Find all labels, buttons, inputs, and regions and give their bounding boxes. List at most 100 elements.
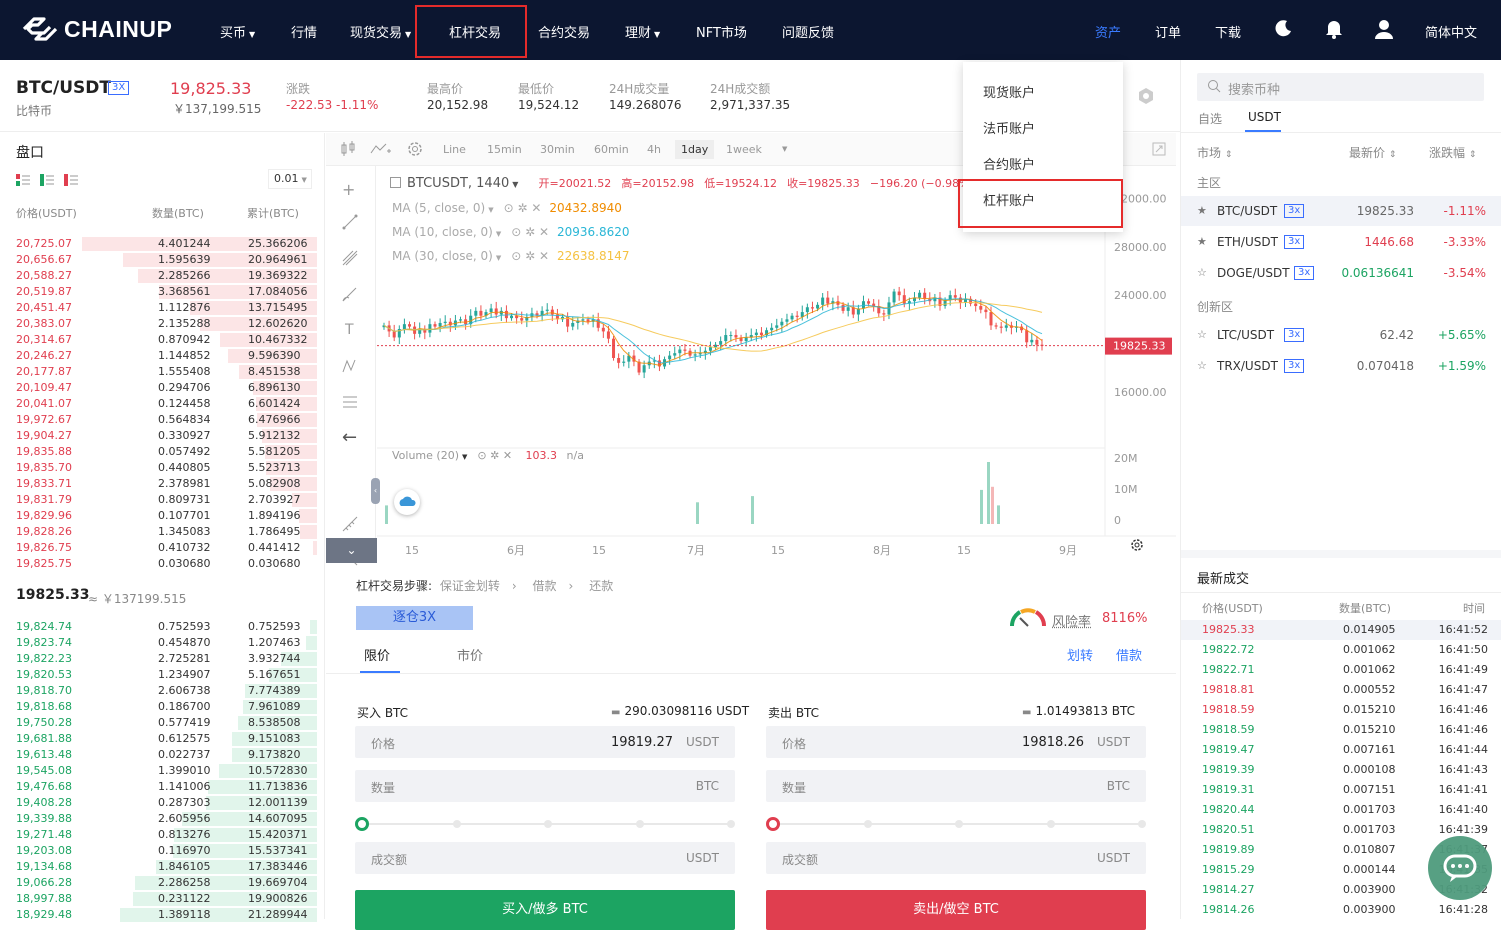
candle[interactable] [571,323,574,327]
candle-type-icon[interactable] [340,141,356,160]
candle[interactable] [918,293,921,298]
nav-market[interactable]: 行情 [291,22,317,41]
candle[interactable] [796,316,799,317]
candle[interactable] [984,310,987,312]
candle[interactable] [724,335,727,341]
star-icon[interactable]: ☆ [1197,266,1207,279]
market-row[interactable]: ★ ETH/USDT 3x 1446.68 -3.33% [1181,227,1501,257]
candle[interactable] [826,298,829,304]
slider-tick[interactable] [636,820,644,828]
slider-tick[interactable] [955,820,963,828]
borrow-link[interactable]: 借款 [1116,645,1142,664]
bid-row[interactable]: 19,750.28 0.577419 8.538508 [0,715,320,731]
nav-nft[interactable]: NFT市场 [696,22,747,41]
candle[interactable] [474,311,477,316]
bid-row[interactable]: 18,997.88 0.231122 19.900826 [0,891,320,907]
bid-row[interactable]: 19,818.70 2.606738 7.774389 [0,683,320,699]
ask-row[interactable]: 20,383.07 2.135288 12.602620 [0,316,320,332]
col-change[interactable]: 涨跌幅 ⇕ [1429,144,1476,161]
col-last-price[interactable]: 最新价 ⇕ [1349,144,1396,161]
interval-line[interactable]: Line [443,143,466,156]
depth-select[interactable]: 0.01 ▼ [268,169,312,189]
ask-row[interactable]: 20,041.07 0.124458 6.601424 [0,396,320,412]
ask-row[interactable]: 19,835.88 0.057492 5.581205 [0,444,320,460]
bid-row[interactable]: 19,066.28 2.286258 19.669704 [0,875,320,891]
bid-row[interactable]: 19,681.88 0.612575 9.151083 [0,731,320,747]
candle[interactable] [979,306,982,310]
candle[interactable] [408,324,411,326]
candle[interactable] [479,311,482,316]
candle[interactable] [459,319,462,320]
bid-row[interactable]: 19,545.08 1.399010 10.572830 [0,763,320,779]
book-mode-asks-icon[interactable] [64,174,78,189]
pattern-icon[interactable] [342,358,358,377]
chat-support-button[interactable] [1428,836,1492,900]
search-box[interactable]: 搜索币种 [1197,73,1484,101]
text-tool-icon[interactable]: T [345,322,354,338]
nav-download[interactable]: 下载 [1215,22,1241,41]
nav-feedback[interactable]: 问题反馈 [782,22,834,41]
candle[interactable] [495,308,498,314]
candle[interactable] [1030,340,1033,342]
candle[interactable] [811,307,814,308]
ask-row[interactable]: 19,904.27 0.330927 5.912132 [0,428,320,444]
interval-30min[interactable]: 30min [540,143,575,156]
study-eye-icon[interactable]: ⊙ ✲ ✕ [477,449,512,462]
candle[interactable] [974,304,977,306]
ma-study-name[interactable]: MA (10, close, 0) [392,225,493,239]
ask-row[interactable]: 20,246.27 1.144852 9.596390 [0,348,320,364]
star-icon[interactable]: ☆ [1197,359,1207,372]
pair-name[interactable]: BTC/USDT [16,78,111,98]
candle[interactable] [923,293,926,299]
candle[interactable] [1035,340,1038,345]
ask-row[interactable]: 19,833.71 2.378981 5.082908 [0,476,320,492]
market-row[interactable]: ☆ TRX/USDT 3x 0.070418 +1.59% [1181,351,1501,381]
candle[interactable] [581,319,584,320]
sell-amount-input[interactable]: 成交额 USDT [766,842,1146,874]
nav-futures[interactable]: 合约交易 [538,22,590,41]
ma-study-name[interactable]: MA (5, close, 0) [392,201,485,215]
chart-symbol[interactable]: BTCUSDT, 1440 [407,176,509,191]
bid-row[interactable]: 19,134.68 1.846105 17.383446 [0,859,320,875]
step-borrow[interactable]: 借款 [533,579,557,593]
star-filled-icon[interactable]: ★ [1197,235,1207,248]
book-mode-bids-icon[interactable] [40,174,54,189]
bid-row[interactable]: 19,822.23 2.725281 3.932744 [0,651,320,667]
indicator-icon[interactable] [370,141,392,160]
slider-tick[interactable] [864,820,872,828]
candle[interactable] [821,298,824,305]
measure-icon[interactable] [342,394,358,413]
search-input[interactable]: 搜索币种 [1228,79,1280,98]
study-controls-icon[interactable]: ⊙ ✲ ✕ [511,249,549,263]
ask-row[interactable]: 19,826.75 0.410732 0.441412 [0,540,320,556]
candle[interactable] [775,325,778,327]
candle[interactable] [842,305,845,311]
candle[interactable] [709,347,712,351]
sell-slider[interactable] [766,817,1146,831]
candle[interactable] [694,354,697,355]
ask-row[interactable]: 19,831.79 0.809731 2.703927 [0,492,320,508]
candle[interactable] [806,307,809,312]
bid-row[interactable]: 19,203.08 0.116970 15.537341 [0,843,320,859]
candle[interactable] [791,316,794,320]
step-repay[interactable]: 还款 [589,579,613,593]
candle[interactable] [898,292,901,296]
pitchfork-icon[interactable] [342,250,358,269]
ask-row[interactable]: 19,825.75 0.030680 0.030680 [0,556,320,572]
ask-row[interactable]: 20,588.27 2.285266 19.369322 [0,268,320,284]
slider-tick[interactable] [1138,820,1146,828]
candle[interactable] [745,337,748,341]
trend-line-icon[interactable] [342,214,358,233]
brand-logo[interactable]: CHAINUP [20,15,172,43]
buy-slider[interactable] [355,817,735,831]
candle[interactable] [882,313,885,314]
bid-row[interactable]: 19,818.68 0.186700 7.961089 [0,699,320,715]
ask-row[interactable]: 20,109.47 0.294706 6.896130 [0,380,320,396]
candle[interactable] [444,322,447,323]
settings-hex-icon[interactable] [1137,87,1155,108]
ask-row[interactable]: 19,829.96 0.107701 1.894196 [0,508,320,524]
ma-study-name[interactable]: MA (30, close, 0) [392,249,493,263]
bid-row[interactable]: 19,613.48 0.022737 9.173820 [0,747,320,763]
candle[interactable] [719,341,722,345]
candle[interactable] [434,324,437,326]
